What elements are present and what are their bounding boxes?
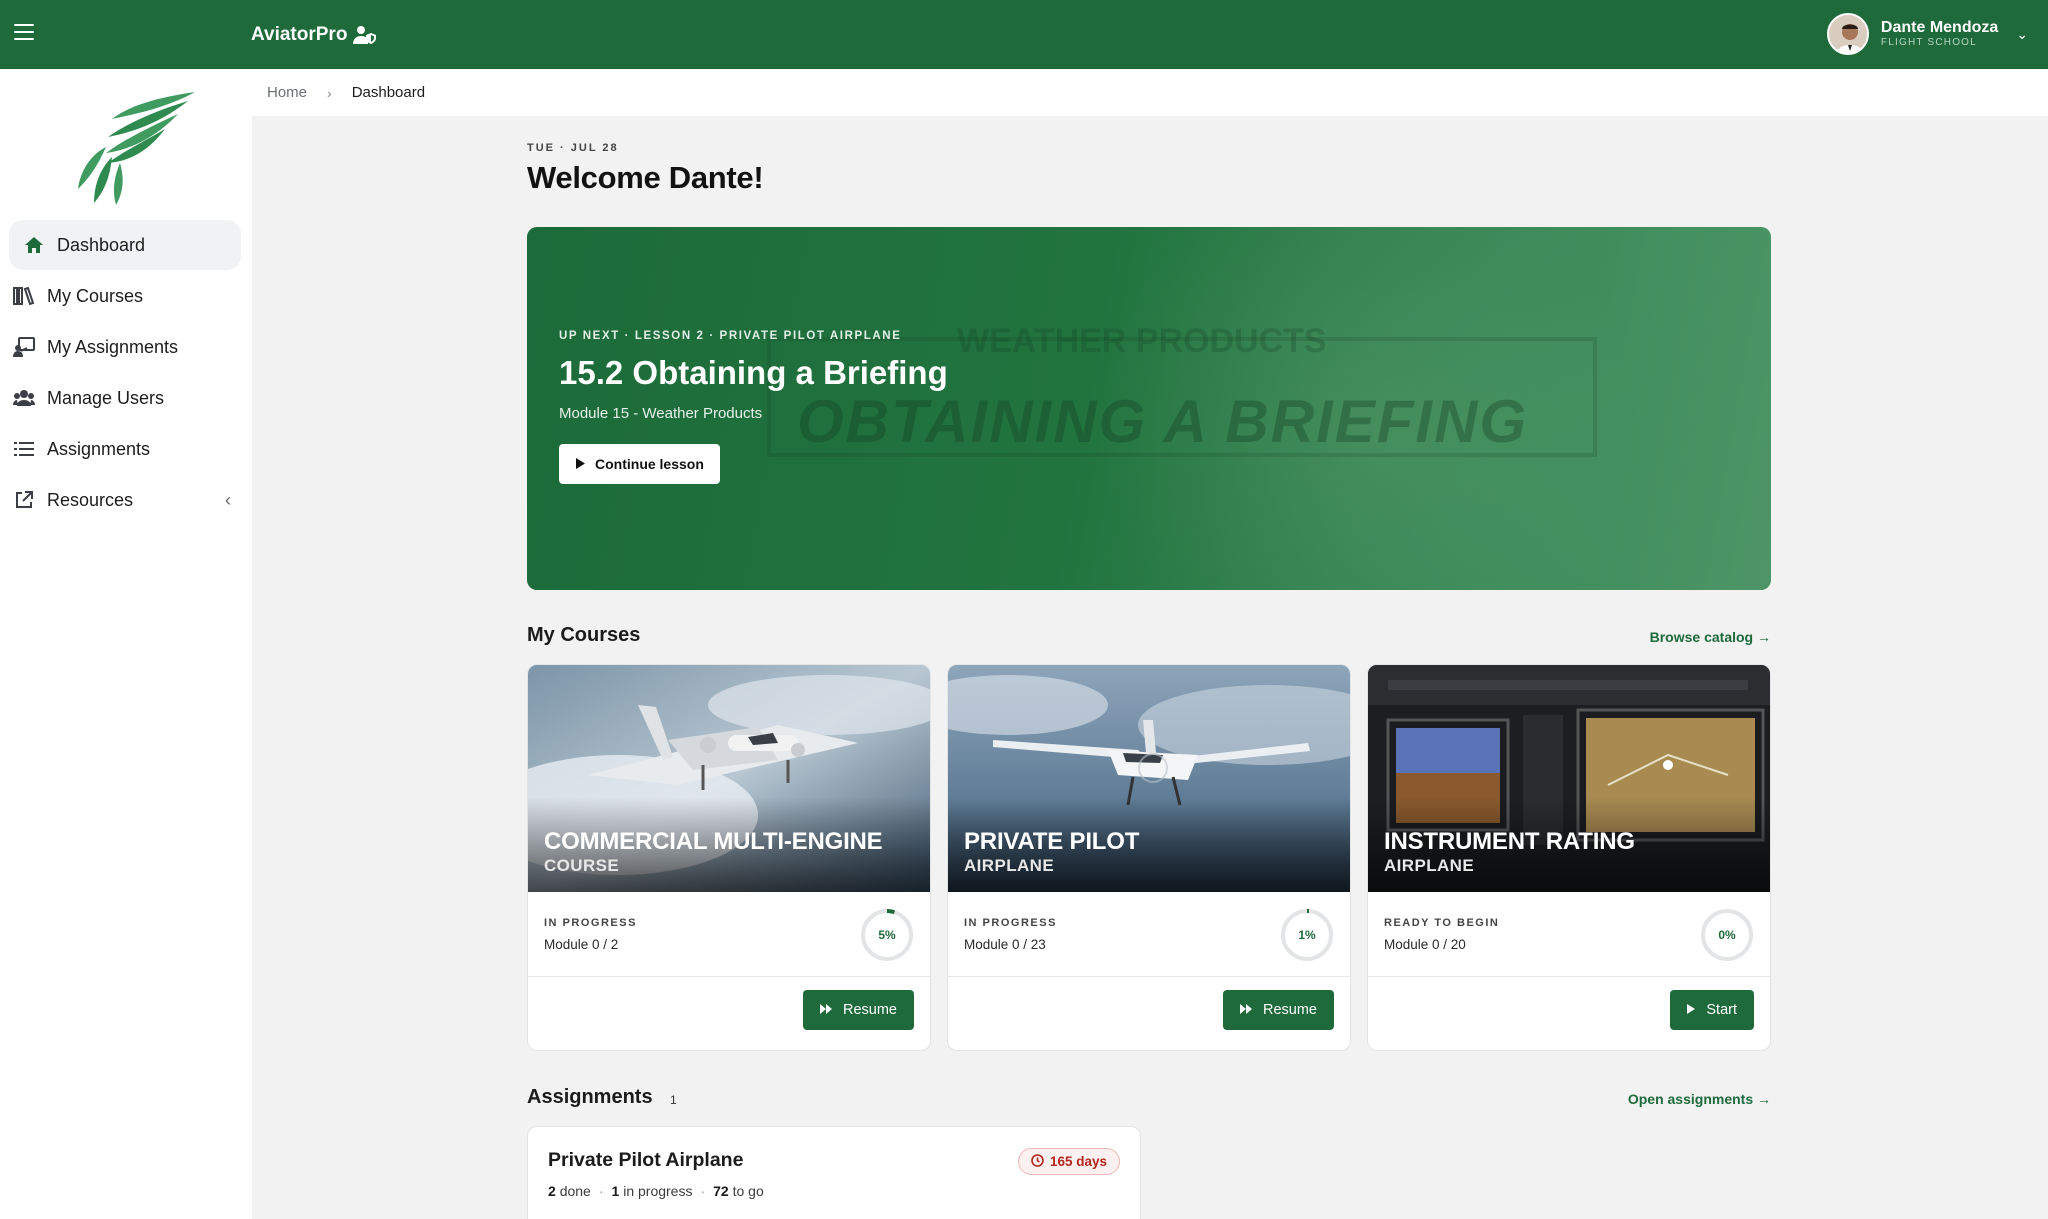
continue-lesson-button[interactable]: Continue lesson (559, 444, 720, 484)
progress-percent: 0% (1718, 928, 1736, 942)
sidebar-item-label: Manage Users (47, 387, 165, 408)
breadcrumb-home[interactable]: Home (267, 84, 307, 101)
card-divider (948, 976, 1350, 977)
current-date: TUE · JUL 28 (527, 142, 619, 154)
fast-forward-icon (1240, 1002, 1252, 1018)
course-status: IN PROGRESS (964, 917, 1057, 929)
sidebar-item-resources[interactable]: Resources ‹ (9, 475, 241, 525)
course-name: PRIVATE PILOT (964, 828, 1140, 855)
hero-background-caption: WEATHER PRODUCTS (957, 322, 1327, 360)
sidebar-item-my-courses[interactable]: My Courses (9, 271, 241, 321)
done-count: 2 (548, 1183, 556, 1199)
user-role: FLIGHT SCHOOL (1880, 37, 1977, 49)
sidebar-item-label: Dashboard (57, 234, 146, 255)
brand[interactable]: AviatorPro (251, 24, 377, 46)
hero-subtitle: Module 15 - Weather Products (559, 405, 763, 422)
course-subtitle: AIRPLANE (964, 856, 1055, 875)
resume-button[interactable]: Resume (803, 990, 914, 1030)
logo[interactable] (50, 87, 200, 207)
chevron-down-icon: ⌄ (2016, 25, 2028, 42)
course-subtitle: AIRPLANE (1384, 856, 1475, 875)
course-card[interactable]: PRIVATE PILOT AIRPLANE IN PROGRESS Modul… (947, 664, 1351, 1051)
sidebar-item-manage-users[interactable]: Manage Users (9, 373, 241, 423)
home-icon (23, 234, 45, 256)
sidebar-item-label: My Courses (47, 285, 144, 306)
assignment-card[interactable]: Private Pilot Airplane 165 days 2 done ·… (527, 1126, 1141, 1219)
top-bar: AviatorPro Dante Mendoza FLIGHT SCHOOL ⌄ (0, 0, 2048, 69)
to-go-count: 72 (713, 1183, 729, 1199)
sidebar-item-label: My Assignments (47, 336, 179, 357)
sidebar-item-assignments[interactable]: Assignments (9, 424, 241, 474)
user-name: Dante Mendoza (1880, 19, 1999, 37)
start-button[interactable]: Start (1670, 990, 1754, 1030)
hero-background-title: OBTAINING A BRIEFING (797, 388, 1529, 455)
hero-title: 15.2 Obtaining a Briefing (559, 354, 948, 391)
course-card[interactable]: INSTRUMENT RATING AIRPLANE READY TO BEGI… (1367, 664, 1771, 1051)
user-menu[interactable]: Dante Mendoza FLIGHT SCHOOL ⌄ (1826, 13, 2028, 55)
external-link-icon (13, 489, 35, 511)
page-title: Welcome Dante! (527, 160, 764, 195)
sidebar-item-label: Resources (47, 489, 134, 510)
in-progress-label: in progress (623, 1183, 693, 1199)
fast-forward-icon (820, 1002, 832, 1018)
sidebar-item-label: Assignments (47, 438, 151, 459)
course-card[interactable]: COMMERCIAL MULTI-ENGINE COURSE IN PROGRE… (527, 664, 931, 1051)
avatar (1826, 13, 1869, 55)
hero-eyebrow: UP NEXT · LESSON 2 · PRIVATE PILOT AIRPL… (559, 330, 902, 342)
sidebar-nav: Dashboard My Courses My Assignments Mana… (9, 220, 241, 526)
course-name: INSTRUMENT RATING (1384, 828, 1635, 855)
open-assignments-link[interactable]: Open assignments → (1628, 1091, 1771, 1107)
sidebar: Dashboard My Courses My Assignments Mana… (0, 69, 252, 1219)
books-icon (13, 285, 35, 307)
play-icon (575, 456, 585, 472)
users-icon (13, 387, 35, 409)
chevron-left-icon[interactable]: ‹ (225, 490, 231, 511)
course-module-count: Module 0 / 2 (544, 937, 619, 952)
due-badge: 165 days (1017, 1148, 1120, 1175)
in-progress-count: 1 (611, 1183, 620, 1199)
due-badge-label: 165 days (1049, 1154, 1107, 1169)
course-subtitle: COURSE (544, 856, 620, 875)
resume-label: Resume (843, 1002, 897, 1018)
progress-percent: 5% (878, 928, 896, 942)
sidebar-item-my-assignments[interactable]: My Assignments (9, 322, 241, 372)
card-divider (1368, 976, 1770, 977)
browse-catalog-link[interactable]: Browse catalog → (1650, 629, 1771, 645)
chalkboard-icon (13, 336, 35, 358)
assignment-name: Private Pilot Airplane (548, 1149, 744, 1171)
course-cards: COMMERCIAL MULTI-ENGINE COURSE IN PROGRE… (527, 664, 1771, 1051)
done-label: done (559, 1183, 591, 1199)
sidebar-item-dashboard[interactable]: Dashboard (9, 220, 241, 270)
list-icon (13, 438, 35, 460)
user-shield-icon (353, 26, 377, 44)
progress-percent: 1% (1298, 928, 1316, 942)
clock-icon (1031, 1153, 1044, 1170)
assignment-stats: 2 done · 1 in progress · 72 to go (548, 1183, 764, 1199)
course-status: READY TO BEGIN (1384, 917, 1500, 929)
start-label: Start (1706, 1002, 1737, 1018)
course-module-count: Module 0 / 23 (964, 937, 1046, 952)
my-courses-title: My Courses (527, 624, 641, 646)
up-next-banner[interactable]: WEATHER PRODUCTS OBTAINING A BRIEFING UP… (527, 227, 1771, 590)
card-divider (528, 976, 930, 977)
chevron-right-icon: › (327, 84, 332, 101)
menu-icon[interactable] (14, 24, 34, 44)
assignments-count: 1 (670, 1093, 677, 1107)
breadcrumb: Home › Dashboard (252, 69, 2048, 116)
to-go-label: to go (732, 1183, 764, 1199)
course-status: IN PROGRESS (544, 917, 637, 929)
play-icon (1687, 1002, 1696, 1018)
resume-button[interactable]: Resume (1223, 990, 1334, 1030)
course-module-count: Module 0 / 20 (1384, 937, 1466, 952)
resume-label: Resume (1263, 1002, 1317, 1018)
assignments-title: Assignments (527, 1086, 653, 1108)
breadcrumb-current: Dashboard (351, 84, 426, 101)
continue-lesson-label: Continue lesson (595, 456, 704, 472)
course-name: COMMERCIAL MULTI-ENGINE (544, 828, 883, 855)
brand-name: AviatorPro (251, 24, 348, 45)
